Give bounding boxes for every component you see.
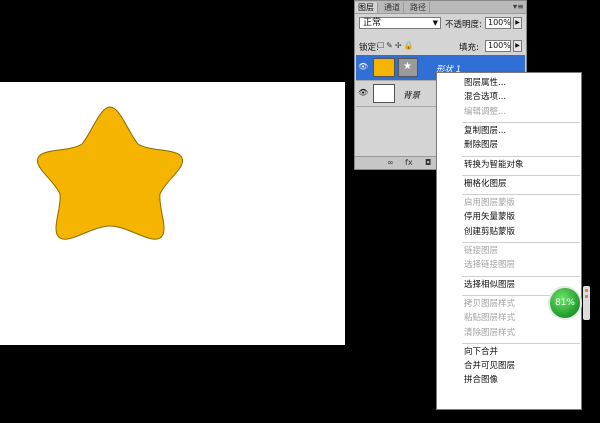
menu-item: 启用图层蒙版 <box>464 198 516 209</box>
opacity-input[interactable]: 100% <box>485 17 511 29</box>
menu-item[interactable]: 混合选项... <box>464 91 506 103</box>
badge-dot <box>585 289 588 292</box>
menu-separator <box>462 194 580 196</box>
opacity-slider-button[interactable]: ▶ <box>513 17 522 29</box>
menu-item[interactable]: 删除图层 <box>464 139 498 151</box>
badge-dot <box>585 295 588 298</box>
menu-item[interactable]: 合并可见图层 <box>464 360 515 372</box>
fill-input[interactable]: 100% <box>485 40 511 52</box>
eye-icon[interactable]: 👁 <box>358 63 368 71</box>
layer-thumbnail <box>373 84 395 103</box>
opacity-label: 不透明度: <box>445 20 482 30</box>
menu-separator <box>462 242 580 243</box>
fill-label: 填充: <box>459 43 479 53</box>
vector-mask-thumbnail[interactable]: ★ <box>398 58 418 77</box>
layer-context-menu: 图层属性... 混合选项... 编辑调整... 复制图层... 删除图层转换为智能对象栅… <box>436 72 582 410</box>
blend-mode-select[interactable]: 正常 ▼ <box>359 17 441 29</box>
menu-item: 拷贝图层样式 <box>464 298 516 309</box>
menu-separator <box>462 155 580 157</box>
tab-channels[interactable]: 通道 <box>381 2 404 13</box>
menu-item: 选择链接图层 <box>464 260 516 271</box>
panel-menu-icon[interactable]: ▾≡ <box>513 2 524 11</box>
layer-name: 背景 <box>403 91 421 101</box>
blend-mode-value: 正常 <box>363 18 382 28</box>
menu-item[interactable]: 选择相似图层 <box>464 279 515 291</box>
menu-item[interactable]: 复制图层... <box>464 125 506 137</box>
menu-separator <box>462 174 580 176</box>
fx-icon[interactable]: fx <box>405 158 413 167</box>
menu-item[interactable]: 创建剪贴蒙版 <box>464 226 515 238</box>
star-mask-icon: ★ <box>403 61 412 72</box>
badge-handle[interactable] <box>583 286 590 320</box>
menu-item: 链接图层 <box>464 246 499 256</box>
lock-label: 锁定: <box>359 43 379 53</box>
speed-badge[interactable]: 81% <box>548 286 582 320</box>
mask-icon[interactable]: ◘ <box>425 158 431 167</box>
tab-paths[interactable]: 路径 <box>407 2 430 13</box>
menu-separator <box>462 275 580 277</box>
menu-item[interactable]: 向下合并 <box>464 346 498 358</box>
layer-thumbnail <box>373 58 395 77</box>
star-shape[interactable] <box>0 82 345 345</box>
menu-item[interactable]: 拼合图像 <box>464 374 498 386</box>
blend-row: 正常 ▼ 不透明度: 100% ▶ <box>355 15 526 31</box>
menu-item[interactable]: 栅格化图层 <box>464 178 507 190</box>
lock-icons[interactable]: ☐✎✢🔒 <box>377 41 416 50</box>
fill-slider-button[interactable]: ▶ <box>513 40 522 52</box>
chevron-down-icon: ▼ <box>432 19 438 27</box>
menu-item[interactable]: 图层属性... <box>464 77 506 89</box>
menu-item[interactable]: 转换为智能对象 <box>464 159 524 171</box>
menu-item[interactable]: 停用矢量蒙版 <box>464 211 515 223</box>
tab-layers[interactable]: 图层 <box>355 2 378 13</box>
menu-separator <box>462 121 580 123</box>
menu-item: 粘贴图层样式 <box>464 313 516 324</box>
eye-icon[interactable]: 👁 <box>358 89 368 97</box>
link-icon[interactable]: ∞ <box>387 158 394 167</box>
document-canvas[interactable] <box>0 82 345 345</box>
menu-item: 清除图层样式 <box>464 327 516 338</box>
lock-row: 锁定: ☐✎✢🔒 填充: 100% ▶ <box>355 38 526 54</box>
menu-item: 编辑调整... <box>464 106 507 117</box>
panel-tabs: 图层 通道 路径 ▾≡ <box>355 1 526 14</box>
menu-separator <box>462 342 580 344</box>
